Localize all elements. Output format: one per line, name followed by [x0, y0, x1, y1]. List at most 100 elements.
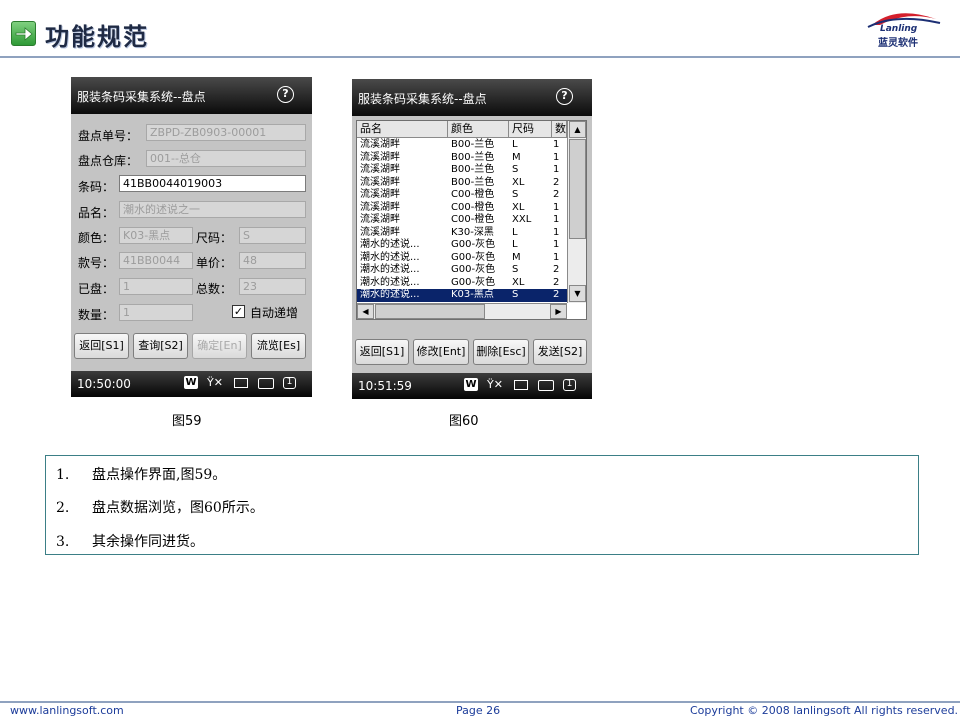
price-field[interactable]: 48 [239, 252, 306, 269]
table-cell: B00-兰色 [451, 176, 495, 188]
scroll-down-icon[interactable]: ▼ [569, 285, 586, 302]
table-cell: 潮水的述说... [360, 264, 420, 275]
table-cell: G00-灰色 [451, 239, 496, 250]
table-cell: L [512, 139, 518, 150]
logo-cn-text: 蓝灵软件 [878, 38, 918, 49]
doc-no-field[interactable]: ZBPD-ZB0903-00001 [146, 124, 306, 141]
battery-icon[interactable] [514, 380, 528, 390]
keyboard-icon[interactable] [538, 380, 554, 391]
windows-icon[interactable]: W [464, 378, 478, 391]
auto-increment-checkbox[interactable]: ✓ [232, 305, 245, 318]
column-header-color[interactable]: 颜色 [448, 121, 509, 138]
help-icon[interactable]: ? [277, 86, 294, 103]
size-field[interactable]: S [239, 227, 306, 244]
device-screen-inventory: 服装条码采集系统--盘点 ? 盘点单号： ZBPD-ZB0903-00001 盘… [71, 77, 312, 397]
table-cell: XL [512, 276, 525, 288]
battery-icon[interactable] [234, 378, 248, 388]
table-row[interactable]: 流溪湖畔 B00-兰色 S 1 [357, 164, 567, 177]
window-title: 服装条码采集系统--盘点 [358, 92, 487, 106]
style-field[interactable]: 41BB0044 [119, 252, 193, 269]
table-cell: 流溪湖畔 [360, 139, 400, 150]
table-cell: C00-橙色 [451, 214, 495, 225]
barcode-input[interactable]: 41BB0044019003 [119, 175, 306, 192]
footer-url[interactable]: www.lanlingsoft.com [10, 704, 124, 717]
copyright: Copyright © 2008 lanlingsoft All rights … [690, 704, 959, 717]
column-header-qty[interactable]: 数 [552, 121, 567, 138]
table-cell: M [512, 151, 521, 163]
notification-icon[interactable]: 1 [563, 379, 576, 391]
column-header-size[interactable]: 尺码 [509, 121, 552, 138]
table-cell: C00-橙色 [451, 189, 495, 200]
table-row[interactable]: 潮水的述说... G00-灰色 S 2 [357, 264, 567, 277]
arrow-right-icon [11, 21, 36, 46]
table-row[interactable]: 潮水的述说... G00-灰色 M 1 [357, 252, 567, 265]
query-button[interactable]: 查询[S2] [133, 333, 188, 359]
name-field[interactable]: 潮水的述说之一 [119, 201, 306, 218]
hscroll-thumb[interactable] [375, 304, 485, 319]
scroll-right-icon[interactable]: ▶ [550, 304, 567, 319]
table-row[interactable]: 潮水的述说... K03-黑点 S 2 [357, 289, 567, 302]
no-signal-icon[interactable]: Ÿ✕ [487, 378, 503, 393]
table-cell: B00-兰色 [451, 164, 495, 175]
windows-icon[interactable]: W [184, 376, 198, 389]
column-header-name[interactable]: 品名 [357, 121, 448, 138]
title-bar: 服装条码采集系统--盘点 ? [71, 77, 312, 114]
table-cell: K03-黑点 [451, 289, 494, 300]
table-cell: 1 [553, 151, 560, 163]
caption-fig60: 图60 [449, 414, 479, 429]
keyboard-icon[interactable] [258, 378, 274, 389]
footer-divider [0, 701, 960, 703]
help-icon[interactable]: ? [556, 88, 573, 105]
table-row[interactable]: 流溪湖畔 C00-橙色 S 2 [357, 189, 567, 202]
table-cell: 潮水的述说... [360, 239, 420, 250]
horizontal-scrollbar[interactable]: ◀ ▶ [357, 303, 567, 319]
slide-header: 功能规范 Lanling 蓝灵软件 [0, 0, 960, 56]
warehouse-field[interactable]: 001--总仓 [146, 150, 306, 167]
total-field[interactable]: 23 [239, 278, 306, 295]
table-cell: 1 [553, 214, 560, 225]
table-cell: 流溪湖畔 [360, 201, 400, 213]
edit-button[interactable]: 修改[Ent] [413, 339, 469, 365]
table-cell: 流溪湖畔 [360, 176, 400, 188]
counted-field[interactable]: 1 [119, 278, 193, 295]
size-label: 尺码： [196, 231, 233, 245]
table-row[interactable]: 流溪湖畔 B00-兰色 M 1 [357, 152, 567, 165]
scroll-thumb[interactable] [569, 139, 586, 239]
table-row[interactable]: 流溪湖畔 C00-橙色 XXL 1 [357, 214, 567, 227]
table-row[interactable]: 流溪湖畔 C00-橙色 XL 1 [357, 202, 567, 215]
browse-button[interactable]: 流览[Es] [251, 333, 306, 359]
note-item: 3. 其余操作同进货。 [56, 534, 204, 550]
notification-icon[interactable]: 1 [283, 377, 296, 389]
table-cell: 流溪湖畔 [360, 151, 400, 163]
table-row[interactable]: 流溪湖畔 B00-兰色 L 1 [357, 139, 567, 152]
scroll-up-icon[interactable]: ▲ [569, 121, 586, 138]
table-cell: S [512, 264, 519, 275]
note-item: 1. 盘点操作界面,图59。 [56, 467, 227, 483]
send-button[interactable]: 发送[S2] [533, 339, 587, 365]
table-cell: L [512, 226, 518, 238]
vertical-scrollbar[interactable]: ▲ ▼ [567, 121, 586, 303]
table-cell: 流溪湖畔 [360, 226, 400, 238]
qty-field[interactable]: 1 [119, 304, 193, 321]
table-row[interactable]: 潮水的述说... G00-灰色 L 1 [357, 239, 567, 252]
table-cell: 流溪湖畔 [360, 164, 400, 175]
table-cell: B00-兰色 [451, 151, 495, 163]
inventory-grid[interactable]: 品名 颜色 尺码 数 流溪湖畔 B00-兰色 L 1 流溪湖畔 B00-兰色 M 1 流溪湖畔 B… [356, 120, 587, 320]
back-button[interactable]: 返回[S1] [355, 339, 409, 365]
table-cell: 1 [553, 164, 560, 175]
table-cell: XXL [512, 214, 532, 225]
delete-button[interactable]: 删除[Esc] [473, 339, 529, 365]
no-signal-icon[interactable]: Ÿ✕ [207, 376, 223, 391]
table-row[interactable]: 流溪湖畔 B00-兰色 XL 2 [357, 177, 567, 190]
back-button[interactable]: 返回[S1] [74, 333, 129, 359]
table-cell: 1 [553, 226, 560, 238]
table-row[interactable]: 流溪湖畔 K30-深黑 L 1 [357, 227, 567, 240]
scroll-left-icon[interactable]: ◀ [357, 304, 374, 319]
table-cell: 潮水的述说... [360, 251, 420, 263]
window-title: 服装条码采集系统--盘点 [77, 90, 206, 104]
table-row[interactable]: 潮水的述说... G00-灰色 XL 2 [357, 277, 567, 290]
table-cell: 流溪湖畔 [360, 214, 400, 225]
confirm-button[interactable]: 确定[En] [192, 333, 247, 359]
color-field[interactable]: K03-黑点 [119, 227, 193, 244]
table-cell: XL [512, 176, 525, 188]
